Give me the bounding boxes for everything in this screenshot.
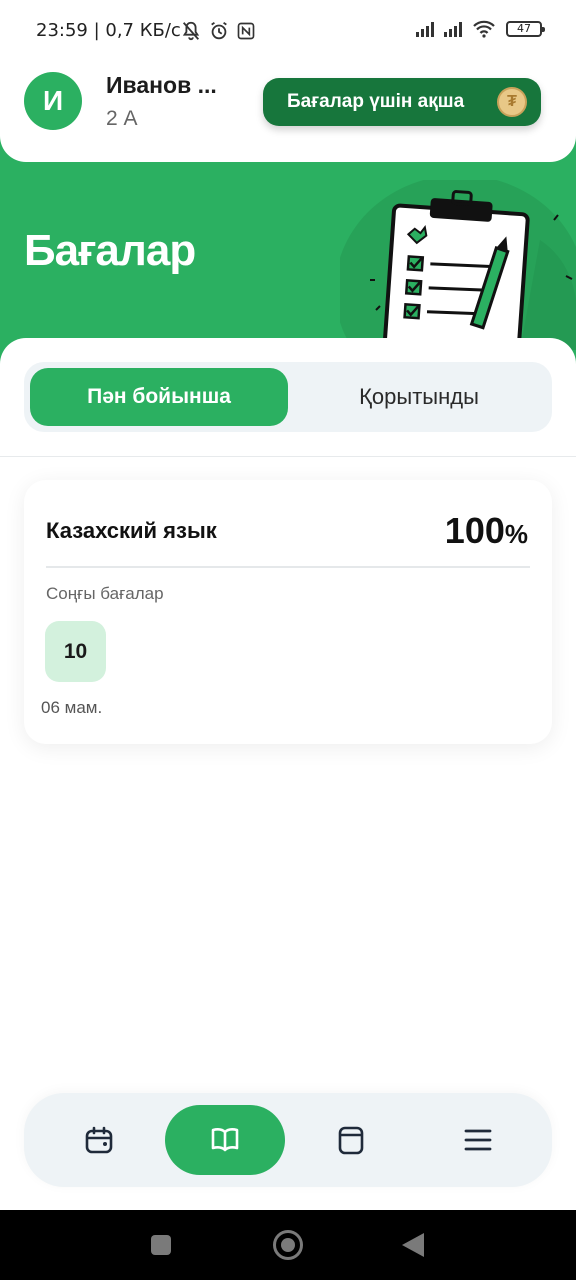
- tab-by-subject[interactable]: Пән бойынша: [30, 368, 288, 426]
- app-header: 23:59 | 0,7 КБ/с 47 И Иванов ... 2 А Бағ…: [0, 0, 576, 162]
- wifi-icon: [473, 20, 495, 38]
- signal-icon-2: [444, 21, 462, 37]
- user-name[interactable]: Иванов ...: [106, 72, 217, 99]
- clipboard-checklist-illustration: [340, 180, 576, 350]
- coin-icon: ₮: [497, 87, 527, 117]
- nfc-icon: [237, 22, 255, 40]
- status-icons-left: [180, 20, 256, 42]
- bell-muted-icon: [182, 21, 200, 41]
- grade-date: 06 мам.: [41, 698, 103, 717]
- recent-grades-label: Соңғы бағалар: [46, 584, 164, 603]
- page-title: Бағалар: [24, 226, 196, 275]
- subject-percent: 100%: [445, 510, 528, 552]
- percent-sign: %: [504, 519, 528, 549]
- status-bar: 23:59 | 0,7 КБ/с 47: [0, 0, 576, 62]
- subject-card[interactable]: Казахский язык 100% Соңғы бағалар 10 06 …: [24, 480, 552, 744]
- tablet-icon: [338, 1126, 364, 1155]
- battery-icon: 47: [506, 21, 545, 37]
- home-icon[interactable]: [273, 1230, 303, 1260]
- user-class: 2 А: [106, 107, 138, 130]
- nav-schedule[interactable]: [69, 1093, 129, 1187]
- percent-value: 100: [444, 510, 505, 551]
- book-icon: [211, 1128, 239, 1152]
- avatar[interactable]: И: [24, 72, 82, 130]
- grade-badge[interactable]: 10: [45, 621, 106, 682]
- nav-grades[interactable]: [165, 1105, 285, 1175]
- signal-icon: [416, 21, 434, 37]
- nav-menu[interactable]: [448, 1093, 508, 1187]
- menu-icon: [464, 1129, 492, 1151]
- nav-diary[interactable]: [321, 1093, 381, 1187]
- system-nav-bar: [0, 1210, 576, 1280]
- divider: [0, 456, 576, 457]
- main-content: Пән бойынша Қорытынды Казахский язык 100…: [0, 338, 576, 1210]
- status-icons-right: 47: [416, 20, 545, 38]
- grades-tab-switcher: Пән бойынша Қорытынды: [24, 362, 552, 432]
- money-button-label: Бағалар үшін ақша: [287, 91, 465, 112]
- back-icon[interactable]: [402, 1233, 424, 1257]
- bottom-navigation: [24, 1093, 552, 1187]
- subject-name: Казахский язык: [46, 518, 217, 543]
- recent-apps-icon[interactable]: [151, 1235, 171, 1255]
- calendar-icon: [85, 1126, 113, 1154]
- alarm-icon: [211, 21, 227, 40]
- tab-final[interactable]: Қорытынды: [292, 368, 546, 426]
- money-for-grades-button[interactable]: Бағалар үшін ақша ₮: [263, 78, 541, 126]
- card-divider: [46, 566, 530, 568]
- status-time: 23:59 | 0,7 КБ/с: [36, 20, 181, 41]
